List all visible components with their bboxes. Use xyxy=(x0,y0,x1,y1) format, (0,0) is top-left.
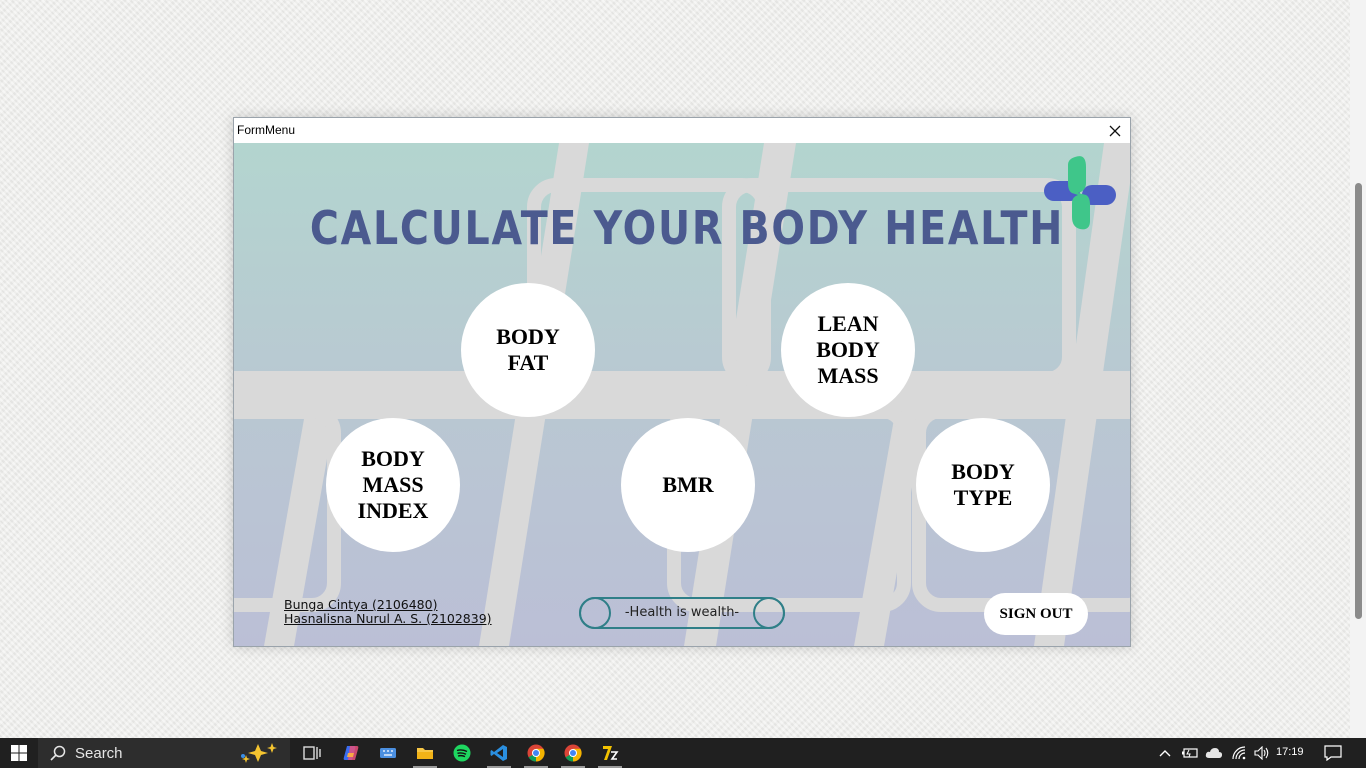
medical-cross-logo xyxy=(1044,156,1116,230)
search-label: Search xyxy=(75,745,123,762)
credits: Bunga Cintya (2106480) Hasnalisna Nurul … xyxy=(284,598,492,626)
page-scrollbar-thumb[interactable] xyxy=(1355,183,1362,619)
body-mass-index-button[interactable]: BODY MASS INDEX xyxy=(326,418,460,552)
wifi-icon xyxy=(1232,746,1246,760)
taskbar-file-explorer[interactable] xyxy=(411,738,439,768)
form-menu-window: FormMenu CALCULATE YOUR BODY HEALTH BODY… xyxy=(233,117,1131,647)
close-icon xyxy=(1109,125,1121,136)
page-title: CALCULATE YOUR BODY HEALTH xyxy=(309,201,1065,255)
task-view-button[interactable] xyxy=(298,738,326,768)
taskbar-copilot[interactable] xyxy=(337,738,365,768)
motto-badge: -Health is wealth- xyxy=(579,597,785,629)
vscode-icon xyxy=(490,745,507,761)
search-icon xyxy=(50,745,66,761)
start-button[interactable] xyxy=(0,738,38,768)
bmr-button[interactable]: BMR xyxy=(621,418,755,552)
copilot-icon xyxy=(343,746,359,760)
close-button[interactable] xyxy=(1100,118,1130,143)
window-title: FormMenu xyxy=(237,123,296,137)
chrome-icon xyxy=(564,744,582,762)
page-scrollbar[interactable] xyxy=(1350,0,1366,738)
folder-icon xyxy=(417,748,433,759)
body-type-button[interactable]: BODY TYPE xyxy=(916,418,1050,552)
windows-icon xyxy=(11,745,27,761)
notification-icon xyxy=(1324,745,1342,761)
title-bar[interactable]: FormMenu xyxy=(234,118,1130,143)
seven-zip-icon xyxy=(603,746,619,760)
chevron-up-icon xyxy=(1159,750,1171,757)
taskbar-chrome-2[interactable] xyxy=(559,738,587,768)
taskbar-clock[interactable]: 17:19 xyxy=(1276,746,1304,758)
motto-text: -Health is wealth- xyxy=(624,605,740,620)
taskbar-keyboard[interactable] xyxy=(374,738,402,768)
spotify-icon xyxy=(453,744,471,762)
tray-volume[interactable] xyxy=(1251,738,1273,768)
sign-out-button[interactable]: SIGN OUT xyxy=(984,593,1088,635)
notification-center-button[interactable] xyxy=(1320,738,1346,768)
chrome-icon xyxy=(527,744,545,762)
keyboard-icon xyxy=(380,748,396,758)
volume-icon xyxy=(1254,746,1269,760)
credit-author-2[interactable]: Hasnalisna Nurul A. S. (2102839) xyxy=(284,612,492,626)
battery-icon xyxy=(1182,748,1198,758)
taskbar: Search 17:19 xyxy=(0,738,1366,768)
tray-onedrive[interactable] xyxy=(1203,738,1225,768)
body-fat-button[interactable]: BODY FAT xyxy=(461,283,595,417)
taskbar-vscode[interactable] xyxy=(485,738,513,768)
credit-author-1[interactable]: Bunga Cintya (2106480) xyxy=(284,598,492,612)
lean-body-mass-button[interactable]: LEAN BODY MASS xyxy=(781,283,915,417)
sparkle-icon xyxy=(241,743,277,763)
tray-network[interactable] xyxy=(1228,738,1250,768)
taskbar-chrome-1[interactable] xyxy=(522,738,550,768)
menu-panel: CALCULATE YOUR BODY HEALTH BODY FAT LEAN… xyxy=(234,143,1130,646)
taskbar-7zip[interactable] xyxy=(596,738,624,768)
cloud-icon xyxy=(1205,748,1223,758)
taskbar-spotify[interactable] xyxy=(448,738,476,768)
tray-battery[interactable] xyxy=(1179,738,1201,768)
taskbar-search[interactable]: Search xyxy=(38,738,290,768)
show-hidden-icons-button[interactable] xyxy=(1155,738,1175,768)
task-view-icon xyxy=(303,746,321,760)
